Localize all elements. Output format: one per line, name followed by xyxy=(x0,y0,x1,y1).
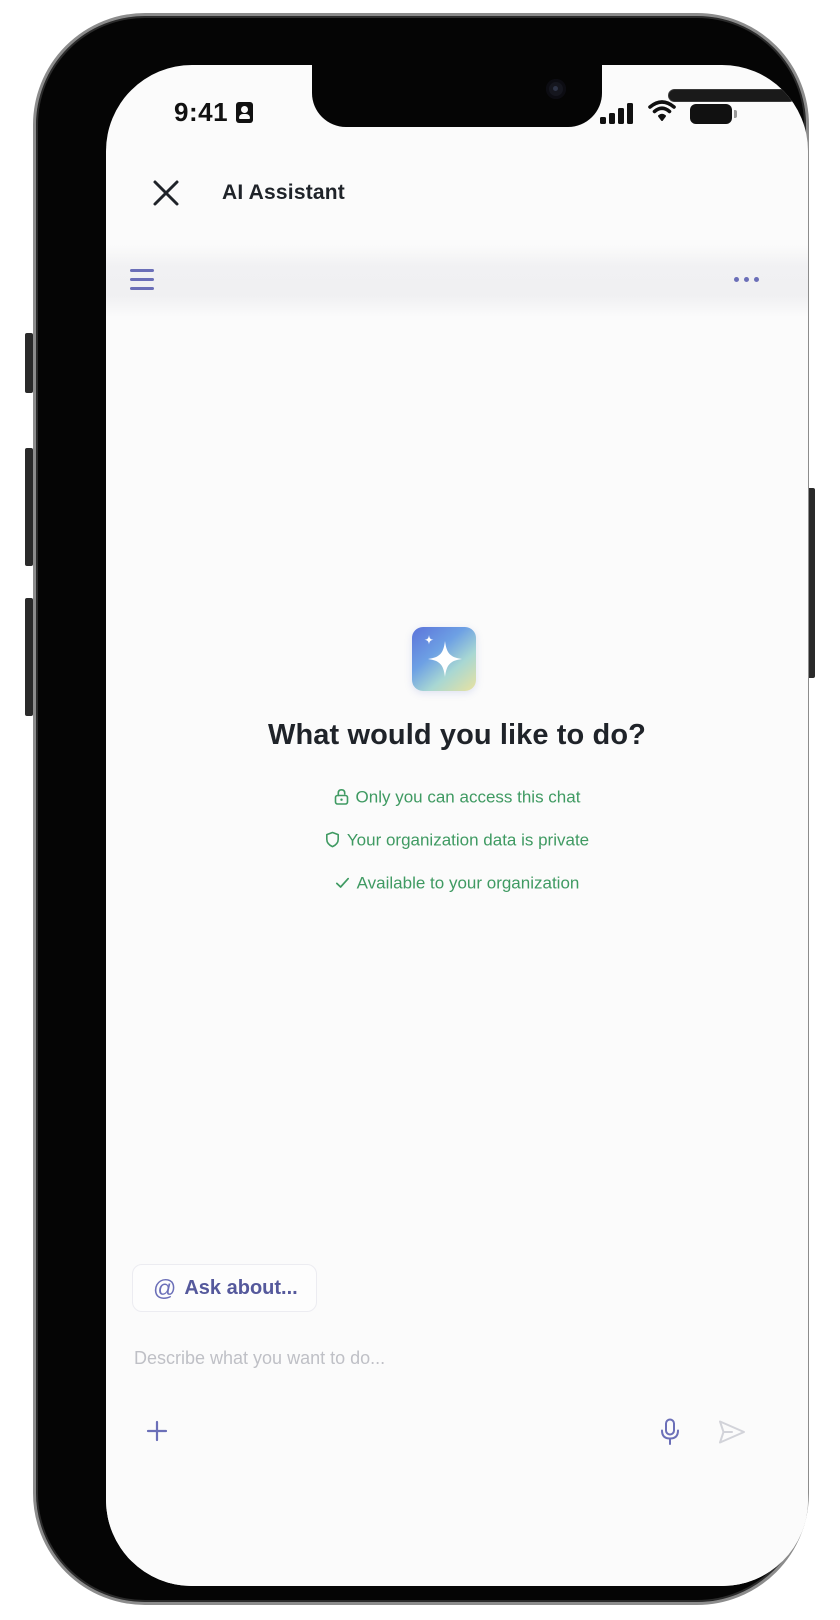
close-icon[interactable] xyxy=(150,177,182,209)
privacy-text-access: Only you can access this chat xyxy=(355,787,581,807)
privacy-line-data: Your organization data is private xyxy=(106,828,808,853)
message-input[interactable] xyxy=(134,1340,754,1376)
volume-up-button xyxy=(25,448,33,566)
at-icon: @ xyxy=(153,1274,177,1301)
privacy-text-data: Your organization data is private xyxy=(346,830,590,850)
chat-toolbar xyxy=(106,245,808,317)
shield-icon xyxy=(325,831,339,848)
phone-screen: 9:41 AI Assistant What would you like to… xyxy=(106,65,808,1586)
privacy-line-availability: Available to your organization xyxy=(106,871,808,896)
signal-icon xyxy=(600,103,636,124)
speaker-grille xyxy=(668,89,796,102)
send-icon[interactable] xyxy=(718,1419,746,1445)
check-icon xyxy=(335,877,349,888)
ask-about-chip[interactable]: @ Ask about... xyxy=(132,1264,317,1312)
ai-logo xyxy=(412,627,476,691)
sparkle-icon xyxy=(424,635,462,677)
volume-down-button xyxy=(25,598,33,716)
add-icon[interactable] xyxy=(146,1420,168,1442)
device-stage: 9:41 AI Assistant What would you like to… xyxy=(0,0,840,1620)
header-title: AI Assistant xyxy=(222,181,345,204)
battery-icon xyxy=(690,104,737,124)
ask-about-label: Ask about... xyxy=(184,1276,298,1299)
privacy-line-access: Only you can access this chat xyxy=(106,785,808,810)
composer: @ Ask about... xyxy=(106,1245,808,1586)
menu-icon[interactable] xyxy=(130,269,154,291)
silent-switch xyxy=(25,333,33,393)
main-heading: What would you like to do? xyxy=(268,719,646,751)
phone-frame: 9:41 AI Assistant What would you like to… xyxy=(33,13,809,1605)
status-time: 9:41 xyxy=(174,97,229,127)
camera-icon xyxy=(546,79,566,99)
notch xyxy=(312,65,796,127)
privacy-text-availability: Available to your organization xyxy=(356,873,580,893)
wifi-icon xyxy=(648,100,676,121)
contact-card-icon xyxy=(236,102,253,123)
mic-icon[interactable] xyxy=(659,1418,681,1446)
lock-icon xyxy=(334,789,348,805)
more-icon[interactable] xyxy=(734,276,760,284)
